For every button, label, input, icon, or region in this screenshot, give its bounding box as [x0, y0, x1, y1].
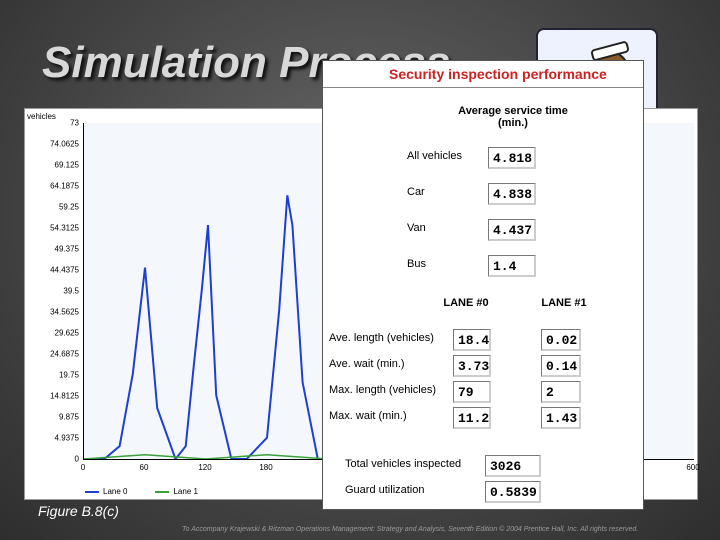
service-row-label: Bus [407, 258, 426, 270]
y-tick-label: 59.25 [58, 202, 79, 212]
total-row-label: Guard utilization [345, 484, 425, 496]
security-performance-dialog: Security inspection performance Average … [322, 60, 644, 510]
service-time-value: 4.437 [488, 219, 536, 241]
y-tick-label: 24.6875 [50, 349, 79, 359]
y-tick-label: 73 [70, 118, 79, 128]
dialog-title: Security inspection performance [323, 61, 643, 88]
y-tick-label: 19.75 [58, 370, 79, 380]
lane-row-label: Ave. wait (min.) [329, 358, 405, 370]
total-value: 0.5839 [485, 481, 541, 503]
y-tick-label: 39.5 [63, 286, 79, 296]
total-value: 3026 [485, 455, 541, 477]
total-row-label: Total vehicles inspected [345, 458, 462, 470]
x-tick-label: 60 [139, 463, 149, 472]
lane1-value: 2 [541, 381, 581, 403]
legend-swatch [155, 490, 170, 493]
y-tick-label: 74.0625 [50, 139, 79, 149]
lane1-value: 1.43 [541, 407, 581, 429]
legend-label: Lane 0 [103, 487, 128, 496]
chart-legend: Lane 0 Lane 1 [85, 487, 198, 496]
service-time-value: 4.818 [488, 147, 536, 169]
lane-row-label: Max. length (vehicles) [329, 384, 436, 396]
y-tick-label: 64.1875 [50, 181, 79, 191]
lane0-value: 11.2 [453, 407, 491, 429]
service-time-value: 4.838 [488, 183, 536, 205]
slide-footer: To Accompany Krajewski & Ritzman Operati… [182, 526, 639, 533]
chart-unit-label: vehicles [27, 112, 56, 121]
lane-row-label: Max. wait (min.) [329, 410, 407, 422]
service-row-label: All vehicles [407, 150, 463, 162]
figure-label: Figure B.8(c) [38, 503, 119, 519]
lane0-value: 3.73 [453, 355, 491, 377]
lane1-value: 0.14 [541, 355, 581, 377]
y-tick-label: 54.3125 [50, 223, 79, 233]
y-tick-label: 34.5625 [50, 307, 79, 317]
lane1-value: 0.02 [541, 329, 581, 351]
lane0-header: LANE #0 [443, 297, 489, 309]
service-time-header: Average service time (min.) [458, 105, 568, 129]
y-tick-label: 9.875 [58, 412, 79, 422]
lane-row-label: Ave. length (vehicles) [329, 332, 434, 344]
lane0-value: 79 [453, 381, 491, 403]
lane0-value: 18.4 [453, 329, 491, 351]
y-tick-label: 29.625 [54, 328, 79, 338]
y-tick-label: 49.375 [54, 244, 79, 254]
y-tick-label: 69.125 [54, 160, 79, 170]
y-tick-label: 44.4375 [50, 265, 79, 275]
service-row-label: Car [407, 186, 425, 198]
legend-item: Lane 1 [155, 487, 198, 496]
lane1-header: LANE #1 [541, 297, 587, 309]
y-tick-label: 4.9375 [54, 433, 79, 443]
x-tick-label: 180 [259, 463, 273, 472]
x-tick-label: 600 [686, 463, 700, 472]
service-time-value: 1.4 [488, 255, 536, 277]
legend-label: Lane 1 [173, 487, 198, 496]
service-row-label: Van [407, 222, 426, 234]
legend-item: Lane 0 [85, 487, 127, 496]
y-axis: 73 74.0625 69.125 64.1875 59.25 54.3125 49.375… [25, 119, 81, 464]
y-tick-label: 0 [74, 454, 79, 464]
x-tick-label: 120 [198, 463, 212, 472]
x-tick-label: 0 [80, 463, 86, 472]
y-tick-label: 14.8125 [50, 391, 79, 401]
legend-swatch [85, 490, 99, 493]
